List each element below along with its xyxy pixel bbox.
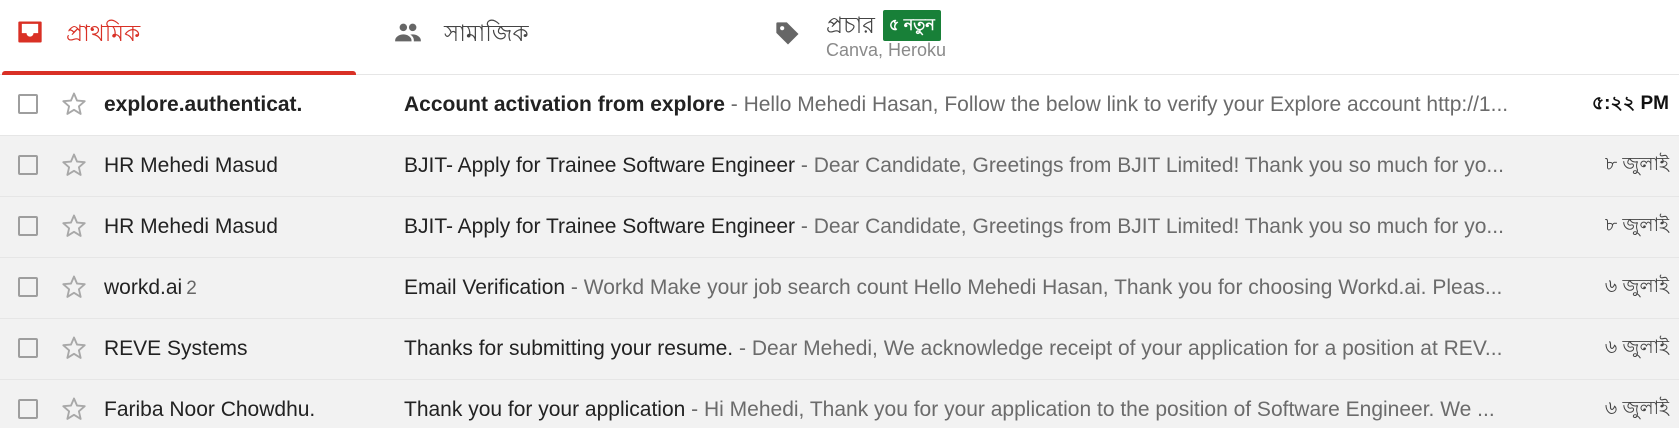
star-icon[interactable] (60, 90, 88, 118)
email-snippet: Dear Mehedi, We acknowledge receipt of y… (751, 337, 1503, 360)
people-icon (395, 23, 421, 42)
email-snippet: Dear Candidate, Greetings from BJIT Limi… (813, 154, 1504, 177)
subject-separator: - (685, 398, 704, 421)
select-checkbox[interactable] (18, 338, 38, 358)
star-icon[interactable] (60, 334, 88, 362)
email-date: ৬ জুলাই (1604, 276, 1669, 297)
tab-social-label: সামাজিক (444, 20, 529, 46)
category-tabs: প্রাথমিক সামাজিক প্রচার ৫ নতুন Canva, Her… (0, 0, 1679, 75)
thread-count: 2 (186, 278, 197, 299)
subject-separator: - (795, 215, 814, 238)
email-snippet: Workd Make your job search count Hello M… (583, 276, 1503, 299)
email-sender: HR Mehedi Masud (104, 215, 394, 239)
star-icon[interactable] (60, 395, 88, 423)
email-subject: Account activation from explore (404, 93, 725, 116)
email-content: Account activation from explore - Hello … (404, 93, 1524, 117)
tab-promotions-senders: Canva, Heroku (826, 40, 947, 60)
email-sender: Fariba Noor Chowdhu. (104, 398, 394, 422)
email-row[interactable]: workd.ai 2 Email Verification - Workd Make… (0, 258, 1679, 319)
star-icon[interactable] (60, 273, 88, 301)
email-date: ৬ জুলাই (1604, 398, 1669, 419)
tab-primary-label: প্রাথমিক (66, 20, 141, 46)
select-checkbox[interactable] (18, 155, 38, 175)
sender-name: explore.authenticat. (104, 93, 303, 116)
email-subject: Email Verification (404, 276, 566, 299)
select-checkbox[interactable] (18, 277, 38, 297)
email-subject: Thank you for your application (404, 398, 686, 421)
email-row[interactable]: HR Mehedi Masud BJIT- Apply for Trainee S… (0, 197, 1679, 258)
new-count-badge: ৫ নতুন (882, 10, 941, 41)
email-subject: Thanks for submitting your resume. (404, 337, 734, 360)
sender-name: workd.ai (104, 276, 183, 299)
email-subject: BJIT- Apply for Trainee Software Enginee… (404, 215, 796, 238)
subject-separator: - (724, 93, 744, 116)
email-date: ৮ জুলাই (1604, 154, 1669, 175)
sender-name: HR Mehedi Masud (104, 215, 278, 238)
email-row[interactable]: explore.authenticat. Account activation f… (0, 75, 1679, 136)
email-content: BJIT- Apply for Trainee Software Enginee… (404, 215, 1524, 239)
email-snippet: Hi Mehedi, Thank you for your applicatio… (704, 398, 1495, 421)
sender-name: Fariba Noor Chowdhu. (104, 398, 316, 421)
tab-promotions-title: প্রচার (826, 12, 875, 38)
email-list: explore.authenticat. Account activation f… (0, 75, 1679, 428)
email-sender: REVE Systems (104, 337, 394, 361)
email-row[interactable]: HR Mehedi Masud BJIT- Apply for Trainee S… (0, 136, 1679, 197)
tab-promotions[interactable]: প্রচার ৫ নতুন Canva, Heroku (774, 0, 1374, 74)
email-sender: HR Mehedi Masud (104, 154, 394, 178)
email-row[interactable]: Fariba Noor Chowdhu. Thank you for your a… (0, 380, 1679, 428)
tag-icon (776, 22, 799, 45)
email-snippet: Dear Candidate, Greetings from BJIT Limi… (813, 215, 1504, 238)
subject-separator: - (565, 276, 584, 299)
email-subject: BJIT- Apply for Trainee Software Enginee… (404, 154, 796, 177)
select-checkbox[interactable] (18, 94, 38, 114)
star-icon[interactable] (60, 151, 88, 179)
email-date: ৬ জুলাই (1604, 337, 1669, 358)
email-content: Thanks for submitting your resume. - Dea… (404, 337, 1524, 361)
tab-social[interactable]: সামাজিক (380, 0, 736, 74)
inbox-icon (18, 21, 42, 43)
tab-primary[interactable]: প্রাথমিক (0, 0, 356, 75)
select-checkbox[interactable] (18, 216, 38, 236)
sender-name: HR Mehedi Masud (104, 154, 278, 177)
sender-name: REVE Systems (104, 337, 248, 360)
email-content: BJIT- Apply for Trainee Software Enginee… (404, 154, 1524, 178)
email-content: Email Verification - Workd Make your job… (404, 276, 1524, 300)
email-content: Thank you for your application - Hi Mehe… (404, 398, 1524, 422)
star-icon[interactable] (60, 212, 88, 240)
email-row[interactable]: REVE Systems Thanks for submitting your r… (0, 319, 1679, 380)
subject-separator: - (795, 154, 814, 177)
email-sender: workd.ai 2 (104, 276, 394, 300)
email-date: ৮ জুলাই (1604, 215, 1669, 236)
select-checkbox[interactable] (18, 399, 38, 419)
email-snippet: Hello Mehedi Hasan, Follow the below lin… (743, 93, 1509, 116)
email-sender: explore.authenticat. (104, 93, 394, 117)
email-date: ৫:২২ PM (1591, 93, 1669, 114)
subject-separator: - (733, 337, 752, 360)
